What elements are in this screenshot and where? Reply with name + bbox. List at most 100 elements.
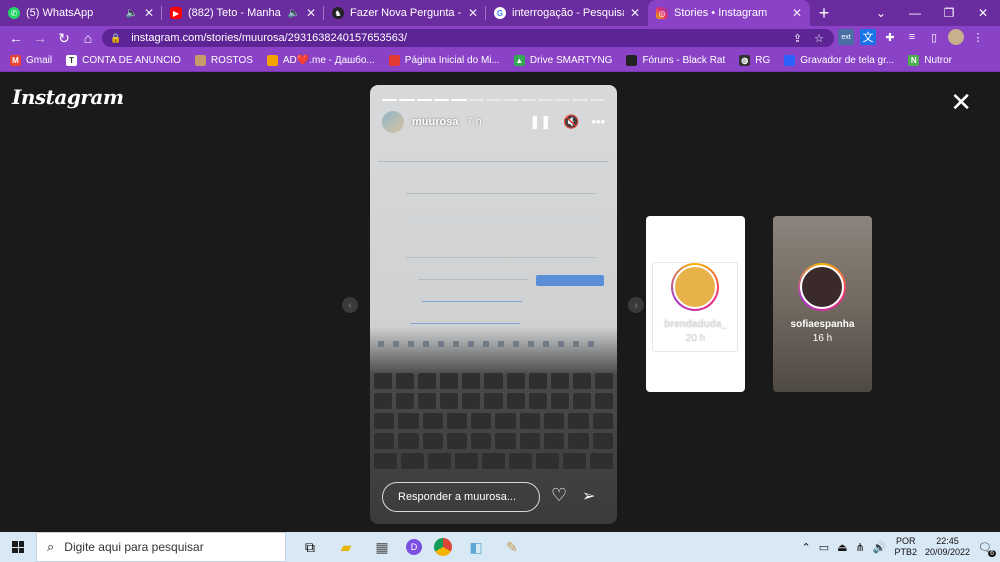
search-placeholder: Digite aqui para pesquisar bbox=[64, 540, 204, 554]
tab-blackrat[interactable]: ♞ Fazer Nova Pergunta - Black ✕ bbox=[324, 0, 486, 26]
wifi-icon[interactable]: ⋔ bbox=[856, 541, 865, 554]
progress-segment bbox=[433, 99, 450, 101]
profile-avatar[interactable] bbox=[948, 29, 964, 45]
next-story-icon[interactable]: › bbox=[628, 297, 644, 313]
reload-icon[interactable]: ↻ bbox=[52, 26, 76, 50]
bookmark-item[interactable]: T CONTA DE ANUNCIO bbox=[66, 55, 181, 66]
tab-whatsapp[interactable]: ✆ (5) WhatsApp 🔈 ✕ bbox=[0, 0, 162, 26]
back-icon[interactable]: ← bbox=[4, 26, 28, 50]
recorder-icon bbox=[784, 55, 796, 66]
taskbar-search-input[interactable]: ⌕ Digite aqui para pesquisar bbox=[36, 532, 286, 562]
tab-google[interactable]: G interrogação - Pesquisa Goo ✕ bbox=[486, 0, 648, 26]
preview-username: brendaduda_ bbox=[664, 319, 727, 330]
translate-icon[interactable]: 文 bbox=[860, 29, 876, 45]
send-icon[interactable]: ➢ bbox=[582, 486, 595, 506]
side-panel-icon[interactable]: ▯ bbox=[926, 29, 942, 45]
puzzle-icon[interactable]: ✚ bbox=[882, 29, 898, 45]
extensions-area: ext 文 ✚ ≡ ▯ ⋮ bbox=[838, 29, 986, 45]
forward-icon[interactable]: → bbox=[28, 26, 52, 50]
prev-story-icon[interactable]: ‹ bbox=[342, 297, 358, 313]
tab-youtube[interactable]: ▶ (882) Teto - Manha - You 🔈 ✕ bbox=[162, 0, 324, 26]
clock[interactable]: 22:45 20/09/2022 bbox=[925, 536, 970, 558]
story-header: muurosa 7 h ❚❚ 🔇 ••• bbox=[382, 111, 605, 133]
avatar-icon bbox=[194, 55, 206, 66]
avatar[interactable] bbox=[382, 111, 404, 133]
app-icon-2[interactable]: ◧ bbox=[464, 535, 488, 559]
extension-icon[interactable]: ext bbox=[838, 29, 854, 45]
url-text: instagram.com/stories/muurosa/2931638240… bbox=[131, 32, 408, 44]
story-preview-sofiaespanha[interactable]: sofiaespanha 16 h bbox=[773, 216, 872, 392]
media-control-icon[interactable]: ≡ bbox=[904, 29, 920, 45]
close-icon[interactable]: ✕ bbox=[950, 89, 972, 115]
close-tab-icon[interactable]: ✕ bbox=[468, 6, 478, 20]
app-icon[interactable]: D bbox=[406, 539, 422, 555]
close-tab-icon[interactable]: ✕ bbox=[144, 6, 154, 20]
instagram-logo[interactable]: Instagram bbox=[12, 85, 124, 109]
home-icon[interactable]: ⌂ bbox=[76, 26, 100, 50]
bookmark-item[interactable]: Página Inicial do Mi... bbox=[388, 55, 500, 66]
progress-segment bbox=[520, 99, 536, 101]
speaker-icon[interactable]: 🔈 bbox=[125, 8, 137, 19]
progress-segment bbox=[537, 99, 554, 101]
bookmark-item[interactable]: AD❤️.me - Дашбо... bbox=[266, 55, 375, 66]
task-view-icon[interactable]: ⧉ bbox=[298, 535, 322, 559]
mute-icon[interactable]: 🔇 bbox=[563, 114, 579, 130]
bookmark-item[interactable]: ◍ RG bbox=[739, 55, 770, 66]
story-username[interactable]: muurosa bbox=[412, 116, 458, 128]
bookmark-label: ROSTOS bbox=[210, 55, 253, 66]
windows-start-icon[interactable] bbox=[0, 532, 36, 562]
speaker-icon[interactable]: 🔈 bbox=[287, 8, 299, 19]
tab-search-icon[interactable]: ⌄ bbox=[864, 0, 898, 26]
share-icon[interactable]: ⇪ bbox=[793, 32, 802, 45]
windows-taskbar: ⌕ Digite aqui para pesquisar ⧉ ▰ ▦ D ◧ ✎… bbox=[0, 532, 1000, 562]
instagram-stories-viewer: Instagram ✕ ‹ muurosa 7 h ❚❚ 🔇 ••• Respo… bbox=[0, 73, 1000, 532]
address-bar[interactable]: 🔒 instagram.com/stories/muurosa/29316382… bbox=[102, 29, 834, 47]
minimize-icon[interactable]: — bbox=[898, 0, 932, 26]
notification-icon[interactable]: 🗨 6 bbox=[978, 541, 996, 557]
story-viewer[interactable]: muurosa 7 h ❚❚ 🔇 ••• Responder a muurosa… bbox=[370, 85, 617, 524]
reply-input[interactable]: Responder a muurosa... bbox=[382, 482, 540, 512]
bookmark-item[interactable]: Fóruns - Black Rat bbox=[626, 55, 725, 66]
preview-time: 16 h bbox=[812, 333, 833, 344]
browser-toolbar: ← → ↻ ⌂ 🔒 instagram.com/stories/muurosa/… bbox=[0, 26, 1000, 50]
more-options-icon[interactable]: ••• bbox=[591, 114, 605, 130]
battery-icon[interactable]: ▭ bbox=[819, 541, 829, 554]
lang-line2: PTB2 bbox=[894, 547, 917, 557]
language-indicator[interactable]: POR PTB2 bbox=[894, 536, 917, 558]
pause-icon[interactable]: ❚❚ bbox=[529, 114, 551, 130]
tab-title: interrogação - Pesquisa Goo bbox=[512, 7, 624, 19]
bookmark-item[interactable]: N Nutror bbox=[908, 55, 952, 66]
close-window-icon[interactable]: ✕ bbox=[966, 0, 1000, 26]
bookmark-item[interactable]: ROSTOS bbox=[194, 55, 253, 66]
close-tab-icon[interactable]: ✕ bbox=[792, 6, 802, 20]
calculator-icon[interactable]: ▦ bbox=[370, 535, 394, 559]
bookmark-item[interactable]: ▲ Drive SMARTYNG bbox=[513, 55, 612, 66]
preview-username: sofiaespanha bbox=[790, 319, 855, 330]
volume-icon[interactable]: 🔊 bbox=[873, 541, 887, 554]
chevron-up-icon[interactable]: ⌃ bbox=[802, 541, 811, 554]
usb-icon[interactable]: ⏏ bbox=[837, 541, 847, 554]
close-tab-icon[interactable]: ✕ bbox=[306, 6, 316, 20]
menu-icon[interactable]: ⋮ bbox=[970, 29, 986, 45]
heart-icon[interactable]: ♡ bbox=[551, 485, 567, 506]
bookmark-star-icon[interactable]: ☆ bbox=[814, 32, 824, 45]
bookmark-label: Gmail bbox=[26, 55, 53, 66]
progress-segment bbox=[503, 99, 519, 101]
restore-icon[interactable]: ❐ bbox=[932, 0, 966, 26]
bookmark-item[interactable]: Gravador de tela gr... bbox=[784, 55, 894, 66]
bookmark-item[interactable]: M Gmail bbox=[10, 55, 52, 66]
file-explorer-icon[interactable]: ▰ bbox=[334, 535, 358, 559]
paint-icon[interactable]: ✎ bbox=[500, 535, 524, 559]
clock-date: 20/09/2022 bbox=[924, 547, 971, 557]
new-tab-button[interactable]: + bbox=[810, 0, 838, 26]
tab-instagram[interactable]: ◎ Stories • Instagram ✕ bbox=[648, 0, 810, 26]
progress-segment bbox=[555, 99, 571, 101]
story-preview-brendaduda[interactable]: brendaduda_ 20 h bbox=[646, 216, 745, 392]
lock-icon[interactable]: 🔒 bbox=[110, 33, 121, 44]
system-tray: ⌃ ▭ ⏏ ⋔ 🔊 POR PTB2 22:45 20/09/2022 🗨 6 bbox=[802, 532, 1000, 562]
tab-strip: ✆ (5) WhatsApp 🔈 ✕ ▶ (882) Teto - Manha … bbox=[0, 0, 1000, 26]
story-time: 7 h bbox=[466, 116, 482, 128]
chrome-icon[interactable] bbox=[434, 538, 452, 556]
tab-title: Fazer Nova Pergunta - Black bbox=[350, 7, 462, 19]
close-tab-icon[interactable]: ✕ bbox=[630, 6, 640, 20]
